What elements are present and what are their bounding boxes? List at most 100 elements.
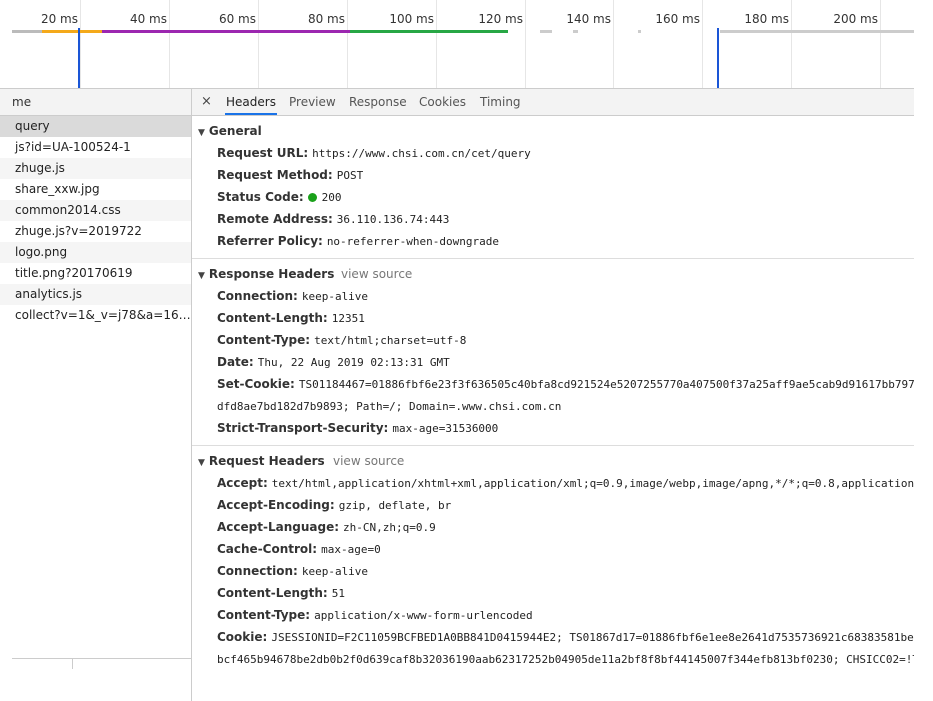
header-key: Content-Type: — [217, 608, 311, 622]
header-key: Request URL: — [217, 146, 309, 160]
header-row: Accept-Language: zh-CN,zh;q=0.9 — [192, 516, 914, 538]
status-ok-icon — [307, 193, 317, 202]
tab-cookies[interactable]: Cookies — [418, 89, 467, 115]
header-row: Date: Thu, 22 Aug 2019 02:13:31 GMT — [192, 351, 914, 373]
header-key: Strict-Transport-Security: — [217, 421, 389, 435]
header-value: no-referrer-when-downgrade — [326, 235, 499, 248]
header-key: Date: — [217, 355, 254, 369]
timeline-gridline: 100 ms — [389, 0, 437, 88]
header-key: Connection: — [217, 564, 298, 578]
header-row: Content-Length: 51 — [192, 582, 914, 604]
timeline-gridline: 160 ms — [655, 0, 703, 88]
tick-label: 140 ms — [566, 12, 611, 26]
timeline-gridline: 60 ms — [219, 0, 259, 88]
header-value: text/html,application/xhtml+xml,applicat… — [271, 477, 914, 490]
header-value: POST — [336, 169, 364, 182]
header-value: 200 — [307, 191, 342, 204]
header-value: 36.110.136.74:443 — [336, 213, 450, 226]
header-value: JSESSIONID=F2C11059BCFBED1A0BB841D041594… — [271, 631, 914, 644]
request-item[interactable]: share_xxw.jpg — [0, 179, 191, 200]
header-row: Connection: keep-alive — [192, 560, 914, 582]
timeline-bar — [720, 30, 914, 33]
tick-label: 200 ms — [833, 12, 878, 26]
response-headers-section-header[interactable]: ▼ Response Headers view source — [192, 263, 914, 285]
timeline-gridline: 140 ms — [566, 0, 614, 88]
header-key: Connection: — [217, 289, 298, 303]
header-key: Remote Address: — [217, 212, 333, 226]
request-item[interactable]: zhuge.js?v=2019722 — [0, 221, 191, 242]
header-row-continuation: bcf465b94678be2db0b2f0d639caf8b32036190a… — [192, 648, 914, 670]
header-value: 51 — [331, 587, 345, 600]
timeline-overview[interactable]: 20 ms 40 ms 60 ms 80 ms 100 ms 120 ms 14… — [0, 0, 914, 88]
timeline-bar-waiting — [42, 30, 102, 33]
timeline-bar — [573, 30, 578, 33]
request-item[interactable]: common2014.css — [0, 200, 191, 221]
general-section-header[interactable]: ▼ General — [192, 120, 914, 142]
section-divider — [192, 258, 914, 259]
header-value: Thu, 22 Aug 2019 02:13:31 GMT — [257, 356, 450, 369]
header-value: application/x-www-form-urlencoded — [314, 609, 533, 622]
header-value: text/html;charset=utf-8 — [314, 334, 467, 347]
tick-label: 40 ms — [129, 12, 167, 26]
header-value: https://www.chsi.com.cn/cet/query — [312, 147, 531, 160]
header-row: Content-Type: text/html;charset=utf-8 — [192, 329, 914, 351]
expand-triangle-icon: ▼ — [198, 128, 205, 138]
view-source-link[interactable]: view source — [333, 450, 404, 472]
tick-label: 80 ms — [307, 12, 345, 26]
header-value: zh-CN,zh;q=0.9 — [343, 521, 436, 534]
header-key: Content-Length: — [217, 586, 328, 600]
tick-label: 180 ms — [744, 12, 789, 26]
header-row-continuation: dfd8ae7bd182d7b9893; Path=/; Domain=.www… — [192, 395, 914, 417]
request-item[interactable]: zhuge.js — [0, 158, 191, 179]
section-divider — [192, 445, 914, 446]
tab-response[interactable]: Response — [348, 89, 408, 115]
header-row: Content-Type: application/x-www-form-urle… — [192, 604, 914, 626]
request-item-query[interactable]: query — [0, 116, 191, 137]
header-value: dfd8ae7bd182d7b9893; Path=/; Domain=.www… — [217, 400, 562, 413]
header-key: Accept-Language: — [217, 520, 340, 534]
dom-content-loaded-marker — [78, 28, 80, 88]
header-value: max-age=0 — [321, 543, 381, 556]
header-row: Accept: text/html,application/xhtml+xml,a… — [192, 472, 914, 494]
expand-triangle-icon: ▼ — [198, 271, 205, 281]
request-item[interactable]: analytics.js — [0, 284, 191, 305]
close-icon[interactable]: × — [201, 89, 212, 115]
header-row: Strict-Transport-Security: max-age=315360… — [192, 417, 914, 439]
header-row: Request URL: https://www.chsi.com.cn/cet/… — [192, 142, 914, 164]
tab-preview[interactable]: Preview — [288, 89, 337, 115]
header-row: Accept-Encoding: gzip, deflate, br — [192, 494, 914, 516]
header-key: Request Method: — [217, 168, 333, 182]
header-key: Accept: — [217, 476, 268, 490]
timeline-gridline: 80 ms — [308, 0, 348, 88]
header-row: Status Code: 200 — [192, 186, 914, 208]
header-row: Request Method: POST — [192, 164, 914, 186]
timeline-gridline: 120 ms — [478, 0, 526, 88]
timeline-bar — [540, 30, 552, 33]
request-item[interactable]: logo.png — [0, 242, 191, 263]
expand-triangle-icon: ▼ — [198, 458, 205, 468]
section-title: Response Headers — [208, 267, 335, 281]
tick-label: 120 ms — [478, 12, 523, 26]
status-bar — [12, 658, 191, 669]
header-value: keep-alive — [301, 565, 369, 578]
view-source-link[interactable]: view source — [341, 263, 412, 285]
header-value: keep-alive — [301, 290, 369, 303]
request-item[interactable]: collect?v=1&_v=j78&a=16434... — [0, 305, 191, 326]
tick-label: 60 ms — [218, 12, 256, 26]
section-title: Request Headers — [208, 454, 325, 468]
request-headers-section-header[interactable]: ▼ Request Headers view source — [192, 450, 914, 472]
header-key: Cookie: — [217, 630, 268, 644]
timeline-gridline: 180 ms — [744, 0, 792, 88]
load-marker — [717, 28, 719, 88]
tab-timing[interactable]: Timing — [479, 89, 522, 115]
request-item[interactable]: js?id=UA-100524-1 — [0, 137, 191, 158]
header-value: gzip, deflate, br — [338, 499, 452, 512]
tab-headers[interactable]: Headers — [225, 89, 277, 115]
timeline-gridline: 200 ms — [833, 0, 881, 88]
header-value: max-age=31536000 — [392, 422, 499, 435]
tick-label: 20 ms — [40, 12, 78, 26]
name-column-header[interactable]: me — [0, 88, 191, 116]
header-row: Set-Cookie: TS01184467=01886fbf6e23f3f636… — [192, 373, 914, 395]
section-title: General — [208, 124, 262, 138]
request-item[interactable]: title.png?20170619 — [0, 263, 191, 284]
